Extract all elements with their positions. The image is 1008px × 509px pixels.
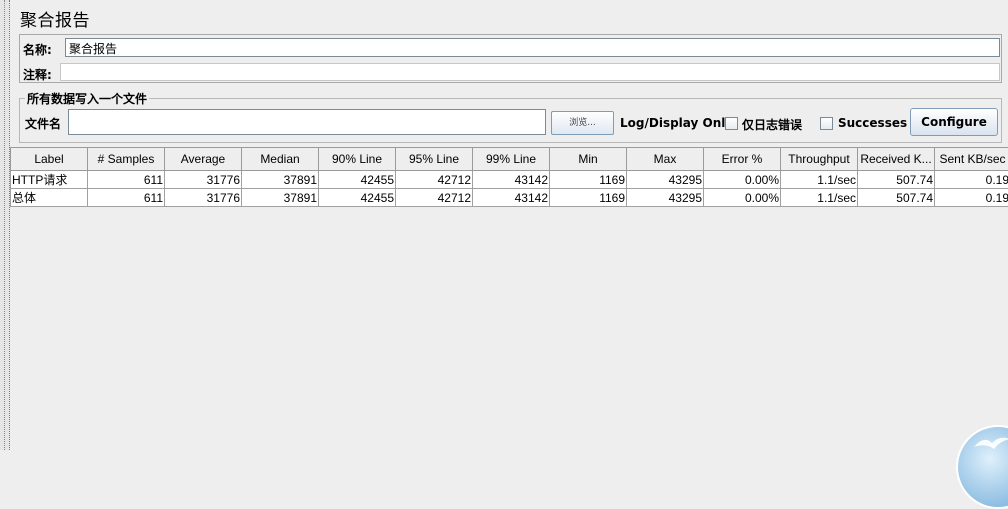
table-cell[interactable]: 43142	[473, 171, 550, 189]
table-cell[interactable]: 1169	[550, 171, 627, 189]
column-header[interactable]: Throughput	[781, 148, 858, 171]
table-cell[interactable]: 611	[88, 189, 165, 207]
table-cell[interactable]: 总体	[11, 189, 88, 207]
table-cell[interactable]: 43142	[473, 189, 550, 207]
successes-checkbox[interactable]	[820, 117, 833, 130]
table-row[interactable]: 总体 611 31776 37891 42455 42712 43142 116…	[11, 189, 1008, 207]
table-cell[interactable]: 43295	[627, 171, 704, 189]
table-cell[interactable]: 1.1/sec	[781, 171, 858, 189]
table-cell[interactable]: 42455	[319, 189, 396, 207]
column-header[interactable]: 90% Line	[319, 148, 396, 171]
column-header[interactable]: Label	[11, 148, 88, 171]
table-cell[interactable]: 43295	[627, 189, 704, 207]
bird-icon-shape	[972, 433, 1008, 453]
column-header[interactable]: # Samples	[88, 148, 165, 171]
comment-label: 注释:	[23, 66, 52, 83]
file-name-label: 文件名	[25, 115, 61, 132]
column-header[interactable]: 95% Line	[396, 148, 473, 171]
column-header[interactable]: Sent KB/sec	[935, 148, 1008, 171]
configure-button[interactable]: Configure	[910, 108, 998, 136]
column-header[interactable]: Median	[242, 148, 319, 171]
errors-only-checkbox[interactable]	[725, 117, 738, 130]
table-cell[interactable]: 37891	[242, 171, 319, 189]
table-header-row: Label # Samples Average Median 90% Line …	[11, 148, 1008, 171]
table-cell[interactable]: 507.74	[858, 171, 935, 189]
name-input[interactable]: 聚合报告	[65, 38, 1000, 57]
table-cell[interactable]: HTTP请求	[11, 171, 88, 189]
page-title: 聚合报告	[20, 6, 90, 31]
column-header[interactable]: Error %	[704, 148, 781, 171]
table-cell[interactable]: 0.00%	[704, 189, 781, 207]
table-cell[interactable]: 611	[88, 171, 165, 189]
comment-input[interactable]	[60, 63, 1000, 81]
file-name-input[interactable]	[68, 109, 546, 135]
log-display-label: Log/Display Only:	[620, 116, 738, 130]
panel-splitter[interactable]	[0, 0, 10, 450]
table-cell[interactable]: 42712	[396, 189, 473, 207]
column-header[interactable]: Average	[165, 148, 242, 171]
table-cell[interactable]: 31776	[165, 189, 242, 207]
table-cell[interactable]: 0.19	[935, 171, 1008, 189]
name-label: 名称:	[23, 41, 52, 58]
name-comment-box: 名称: 聚合报告 注释:	[19, 34, 1002, 83]
column-header[interactable]: Max	[627, 148, 704, 171]
table-cell[interactable]: 0.00%	[704, 171, 781, 189]
column-header[interactable]: Min	[550, 148, 627, 171]
table-cell[interactable]: 507.74	[858, 189, 935, 207]
table-cell[interactable]: 31776	[165, 171, 242, 189]
column-header[interactable]: 99% Line	[473, 148, 550, 171]
results-table-area[interactable]: Label # Samples Average Median 90% Line …	[10, 147, 1008, 450]
browse-button[interactable]: 浏览...	[551, 111, 614, 135]
table-cell[interactable]: 0.19	[935, 189, 1008, 207]
table-cell[interactable]: 42712	[396, 171, 473, 189]
column-header[interactable]: Received K...	[858, 148, 935, 171]
table-cell[interactable]: 1169	[550, 189, 627, 207]
table-row[interactable]: HTTP请求 611 31776 37891 42455 42712 43142…	[11, 171, 1008, 189]
table-cell[interactable]: 1.1/sec	[781, 189, 858, 207]
successes-label[interactable]: Successes	[838, 116, 907, 130]
results-table: Label # Samples Average Median 90% Line …	[10, 147, 1008, 207]
table-cell[interactable]: 42455	[319, 171, 396, 189]
table-cell[interactable]: 37891	[242, 189, 319, 207]
file-group-title: 所有数据写入一个文件	[25, 90, 149, 107]
errors-only-label[interactable]: 仅日志错误	[742, 116, 802, 133]
